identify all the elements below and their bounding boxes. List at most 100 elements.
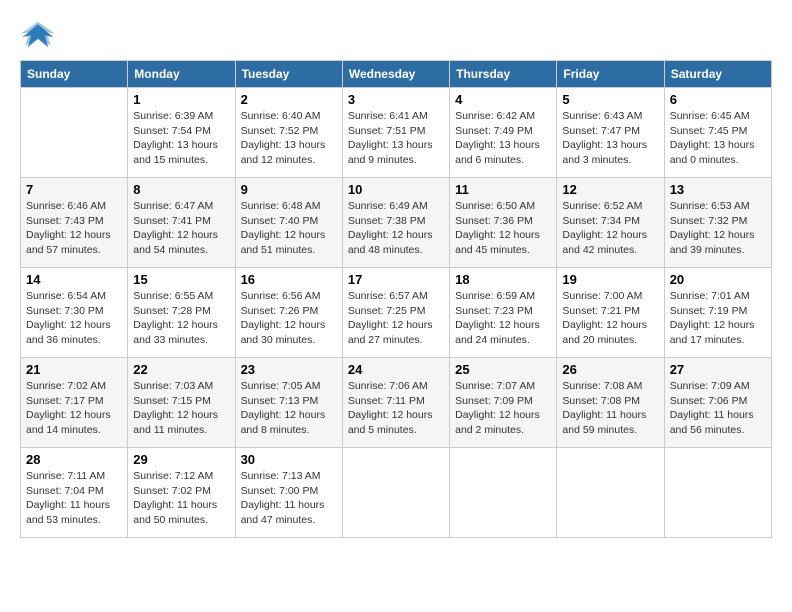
day-number: 15 [133,272,229,287]
day-number: 28 [26,452,122,467]
day-number: 4 [455,92,551,107]
column-header-saturday: Saturday [664,61,771,88]
calendar-cell: 27Sunrise: 7:09 AMSunset: 7:06 PMDayligh… [664,358,771,448]
calendar-cell: 10Sunrise: 6:49 AMSunset: 7:38 PMDayligh… [342,178,449,268]
day-info: Sunrise: 7:01 AMSunset: 7:19 PMDaylight:… [670,289,766,348]
calendar-week-row: 7 Sunrise: 6:46 AMSunset: 7:43 PMDaylight… [21,178,772,268]
day-number: 1 [133,92,229,107]
day-info: Sunrise: 7:11 AMSunset: 7:04 PMDaylight:… [26,469,122,528]
day-info: Sunrise: 6:43 AMSunset: 7:47 PMDaylight:… [562,109,658,168]
day-number: 6 [670,92,766,107]
calendar-cell [342,448,449,538]
day-info: Sunrise: 6:50 AMSunset: 7:36 PMDaylight:… [455,199,551,258]
calendar-cell: 19 Sunrise: 7:00 AMSunset: 7:21 PMDayligh… [557,268,664,358]
calendar-cell: 2Sunrise: 6:40 AMSunset: 7:52 PMDaylight… [235,88,342,178]
calendar-cell [450,448,557,538]
calendar-cell: 16 Sunrise: 6:56 AMSunset: 7:26 PMDayligh… [235,268,342,358]
day-info: Sunrise: 6:53 AMSunset: 7:32 PMDaylight:… [670,199,766,258]
day-number: 29 [133,452,229,467]
day-info: Sunrise: 6:47 AMSunset: 7:41 PMDaylight:… [133,199,229,258]
day-info: Sunrise: 6:57 AMSunset: 7:25 PMDaylight:… [348,289,444,348]
calendar-week-row: 1Sunrise: 6:39 AMSunset: 7:54 PMDaylight… [21,88,772,178]
day-info: Sunrise: 7:02 AMSunset: 7:17 PMDaylight:… [26,379,122,438]
day-info: Sunrise: 7:00 AMSunset: 7:21 PMDaylight:… [562,289,658,348]
calendar-week-row: 14Sunrise: 6:54 AMSunset: 7:30 PMDayligh… [21,268,772,358]
calendar-cell: 30 Sunrise: 7:13 AMSunset: 7:00 PMDayligh… [235,448,342,538]
day-number: 10 [348,182,444,197]
calendar-cell: 23Sunrise: 7:05 AMSunset: 7:13 PMDayligh… [235,358,342,448]
day-number: 22 [133,362,229,377]
day-info: Sunrise: 7:08 AMSunset: 7:08 PMDaylight:… [562,379,658,438]
logo [20,20,60,50]
column-header-sunday: Sunday [21,61,128,88]
day-number: 11 [455,182,551,197]
day-info: Sunrise: 7:07 AMSunset: 7:09 PMDaylight:… [455,379,551,438]
calendar-cell: 5 Sunrise: 6:43 AMSunset: 7:47 PMDaylight… [557,88,664,178]
calendar-cell: 7 Sunrise: 6:46 AMSunset: 7:43 PMDaylight… [21,178,128,268]
day-number: 5 [562,92,658,107]
day-number: 21 [26,362,122,377]
day-info: Sunrise: 6:59 AMSunset: 7:23 PMDaylight:… [455,289,551,348]
day-number: 24 [348,362,444,377]
day-info: Sunrise: 6:56 AMSunset: 7:26 PMDaylight:… [241,289,337,348]
calendar-cell: 26 Sunrise: 7:08 AMSunset: 7:08 PMDayligh… [557,358,664,448]
calendar-cell [557,448,664,538]
calendar-cell: 12 Sunrise: 6:52 AMSunset: 7:34 PMDayligh… [557,178,664,268]
calendar-cell: 21 Sunrise: 7:02 AMSunset: 7:17 PMDayligh… [21,358,128,448]
day-info: Sunrise: 6:40 AMSunset: 7:52 PMDaylight:… [241,109,337,168]
day-number: 8 [133,182,229,197]
calendar-cell: 1Sunrise: 6:39 AMSunset: 7:54 PMDaylight… [128,88,235,178]
calendar-cell: 13 Sunrise: 6:53 AMSunset: 7:32 PMDayligh… [664,178,771,268]
day-number: 12 [562,182,658,197]
day-info: Sunrise: 6:52 AMSunset: 7:34 PMDaylight:… [562,199,658,258]
calendar-cell [21,88,128,178]
calendar-cell: 6 Sunrise: 6:45 AMSunset: 7:45 PMDaylight… [664,88,771,178]
calendar-cell: 3 Sunrise: 6:41 AMSunset: 7:51 PMDaylight… [342,88,449,178]
day-number: 9 [241,182,337,197]
day-number: 13 [670,182,766,197]
calendar-cell: 14Sunrise: 6:54 AMSunset: 7:30 PMDayligh… [21,268,128,358]
page-header [20,20,772,50]
day-info: Sunrise: 6:41 AMSunset: 7:51 PMDaylight:… [348,109,444,168]
calendar-cell: 25 Sunrise: 7:07 AMSunset: 7:09 PMDayligh… [450,358,557,448]
calendar-cell: 29 Sunrise: 7:12 AMSunset: 7:02 PMDayligh… [128,448,235,538]
calendar-cell: 17 Sunrise: 6:57 AMSunset: 7:25 PMDayligh… [342,268,449,358]
day-number: 27 [670,362,766,377]
calendar-table: SundayMondayTuesdayWednesdayThursdayFrid… [20,60,772,538]
day-number: 17 [348,272,444,287]
day-info: Sunrise: 7:03 AMSunset: 7:15 PMDaylight:… [133,379,229,438]
calendar-cell: 24 Sunrise: 7:06 AMSunset: 7:11 PMDayligh… [342,358,449,448]
day-info: Sunrise: 7:12 AMSunset: 7:02 PMDaylight:… [133,469,229,528]
day-number: 16 [241,272,337,287]
calendar-cell: 20 Sunrise: 7:01 AMSunset: 7:19 PMDayligh… [664,268,771,358]
day-number: 25 [455,362,551,377]
day-info: Sunrise: 6:42 AMSunset: 7:49 PMDaylight:… [455,109,551,168]
column-header-friday: Friday [557,61,664,88]
day-number: 19 [562,272,658,287]
calendar-cell: 8 Sunrise: 6:47 AMSunset: 7:41 PMDaylight… [128,178,235,268]
calendar-cell: 15 Sunrise: 6:55 AMSunset: 7:28 PMDayligh… [128,268,235,358]
day-info: Sunrise: 7:13 AMSunset: 7:00 PMDaylight:… [241,469,337,528]
calendar-week-row: 28 Sunrise: 7:11 AMSunset: 7:04 PMDayligh… [21,448,772,538]
day-number: 3 [348,92,444,107]
calendar-cell: 9 Sunrise: 6:48 AMSunset: 7:40 PMDaylight… [235,178,342,268]
day-info: Sunrise: 6:55 AMSunset: 7:28 PMDaylight:… [133,289,229,348]
calendar-cell: 4 Sunrise: 6:42 AMSunset: 7:49 PMDaylight… [450,88,557,178]
day-number: 7 [26,182,122,197]
column-header-monday: Monday [128,61,235,88]
day-number: 26 [562,362,658,377]
day-info: Sunrise: 6:48 AMSunset: 7:40 PMDaylight:… [241,199,337,258]
logo-icon [20,20,56,50]
calendar-week-row: 21 Sunrise: 7:02 AMSunset: 7:17 PMDayligh… [21,358,772,448]
day-number: 20 [670,272,766,287]
day-info: Sunrise: 7:06 AMSunset: 7:11 PMDaylight:… [348,379,444,438]
day-info: Sunrise: 6:45 AMSunset: 7:45 PMDaylight:… [670,109,766,168]
day-number: 30 [241,452,337,467]
day-number: 14 [26,272,122,287]
calendar-cell: 28 Sunrise: 7:11 AMSunset: 7:04 PMDayligh… [21,448,128,538]
calendar-cell [664,448,771,538]
day-info: Sunrise: 6:46 AMSunset: 7:43 PMDaylight:… [26,199,122,258]
calendar-cell: 11 Sunrise: 6:50 AMSunset: 7:36 PMDayligh… [450,178,557,268]
calendar-header-row: SundayMondayTuesdayWednesdayThursdayFrid… [21,61,772,88]
day-number: 23 [241,362,337,377]
